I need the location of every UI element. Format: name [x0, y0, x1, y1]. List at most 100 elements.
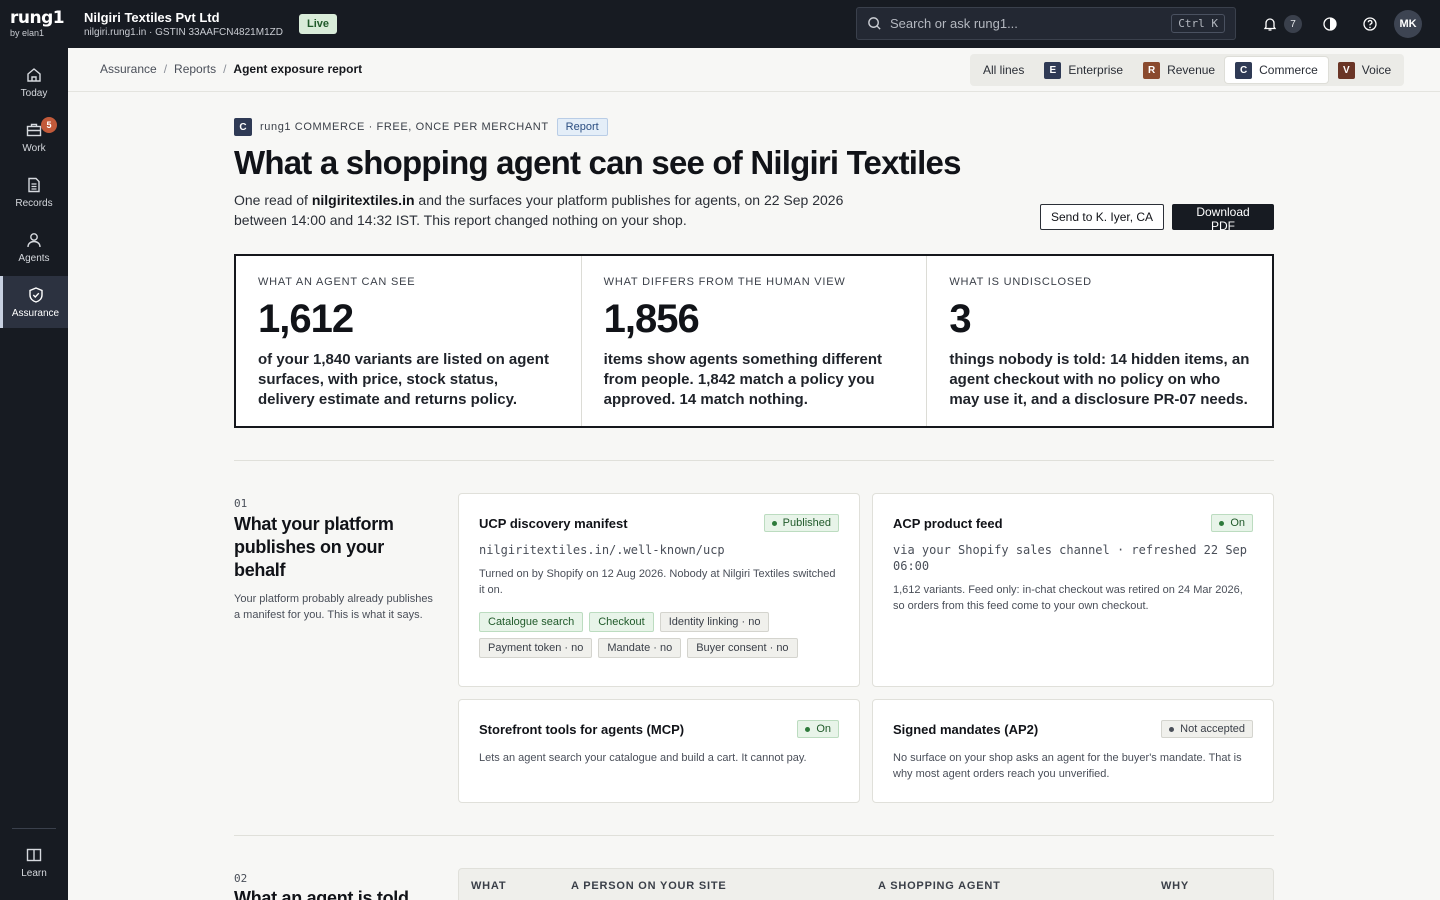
lede-intro: One read of	[234, 192, 312, 208]
tab-label: Voice	[1361, 63, 1392, 77]
pill-catalogue-search: Catalogue search	[479, 612, 584, 632]
tab-label: Enterprise	[1068, 63, 1124, 77]
card-body: Lets an agent search your catalogue and …	[479, 752, 807, 764]
card-acp-feed[interactable]: ACP product feed On via your Shopify sal…	[872, 493, 1274, 687]
section-number: 02	[234, 872, 248, 885]
column-header: WHY	[1161, 880, 1190, 892]
section-description: Your platform probably already publishes…	[234, 593, 433, 621]
breadcrumb-reports[interactable]: Reports	[174, 62, 216, 76]
pill-mandate: Mandate · no	[598, 638, 682, 658]
card-title: UCP discovery manifest	[479, 515, 628, 531]
tab-voice[interactable]: V Voice	[1328, 57, 1401, 83]
stat-differs: WHAT DIFFERS FROM THE HUMAN VIEW 1,856 i…	[582, 256, 928, 426]
pill-checkout: Checkout	[589, 612, 654, 632]
tab-revenue[interactable]: R Revenue	[1133, 57, 1225, 83]
stat-description: of your 1,840 variants are listed on age…	[258, 351, 549, 408]
user-avatar[interactable]: MK	[1394, 10, 1422, 38]
help-icon[interactable]	[1356, 10, 1384, 38]
sidebar-item-learn[interactable]: Learn	[0, 836, 68, 888]
tab-label: Revenue	[1167, 63, 1216, 77]
bell-icon[interactable]	[1256, 10, 1284, 38]
section-divider	[234, 835, 1274, 836]
stat-description: items show agents something different fr…	[603, 351, 883, 408]
search-input[interactable]	[890, 16, 1172, 31]
sidebar-item-label: Records	[15, 197, 53, 209]
stat-label: WHAT DIFFERS FROM THE HUMAN VIEW	[603, 276, 846, 288]
stats-panel: WHAT AN AGENT CAN SEE 1,612 of your 1,84…	[234, 254, 1274, 428]
global-search[interactable]: Ctrl K	[856, 7, 1236, 40]
stat-value: 1,612	[258, 297, 354, 341]
download-pdf-button[interactable]: Download PDF	[1172, 204, 1274, 233]
feed-source: via your Shopify sales channel · refresh…	[893, 543, 1248, 573]
column-header: A SHOPPING AGENT	[878, 880, 1001, 892]
report-tag: Report	[556, 118, 608, 136]
report-lede: One read of nilgiritextiles.in and the s…	[234, 190, 854, 230]
org-switcher[interactable]: Nilgiri Textiles Pvt Ltd nilgiri.rung1.i…	[84, 10, 283, 39]
shield-check-icon	[28, 286, 43, 303]
book-icon	[26, 848, 42, 861]
card-title: Signed mandates (AP2)	[893, 721, 1039, 737]
subheader: Assurance / Reports / Agent exposure rep…	[68, 48, 1440, 92]
send-to-accountant-button[interactable]: Send to K. Iyer, CA	[1040, 204, 1165, 230]
brand-logo[interactable]: rung1 by elan1	[0, 0, 68, 48]
live-status-badge: Live	[298, 14, 337, 34]
stat-value: 3	[949, 297, 971, 341]
page-title: What a shopping agent can see of Nilgiri…	[234, 144, 961, 181]
card-ucp-manifest[interactable]: UCP discovery manifest Published nilgiri…	[458, 493, 860, 687]
org-meta: nilgiri.rung1.in · GSTIN 33AAFCN4821M1ZD	[84, 26, 283, 38]
top-bar: rung1 by elan1 Nilgiri Textiles Pvt Ltd …	[0, 0, 1440, 48]
status-dot-icon	[805, 726, 811, 732]
breadcrumb: Assurance / Reports / Agent exposure rep…	[100, 62, 362, 76]
sidebar-item-label: Assurance	[11, 307, 60, 319]
sidebar-item-records[interactable]: Records	[0, 166, 68, 218]
section-number: 01	[234, 497, 248, 510]
sidebar-item-label: Today	[20, 87, 48, 99]
stat-agent-visible: WHAT AN AGENT CAN SEE 1,612 of your 1,84…	[236, 256, 582, 426]
tab-commerce[interactable]: C Commerce	[1225, 57, 1328, 83]
contrast-icon[interactable]	[1316, 10, 1344, 38]
enterprise-letter-icon: E	[1044, 61, 1062, 79]
sidebar-item-label: Work	[22, 142, 46, 154]
breadcrumb-current: Agent exposure report	[233, 62, 363, 76]
commerce-chip-icon: C	[234, 118, 252, 136]
status-text: On	[1230, 517, 1245, 529]
breadcrumb-separator: /	[223, 62, 227, 76]
document-icon	[28, 177, 40, 192]
card-body: 1,612 variants. Feed only: in-chat check…	[893, 584, 1243, 612]
status-badge: Published	[763, 514, 839, 532]
stat-description: things nobody is told: 14 hidden items, …	[949, 351, 1250, 408]
tab-all-lines[interactable]: All lines	[973, 57, 1034, 83]
card-body: Turned on by Shopify on 12 Aug 2026. Nob…	[479, 568, 836, 596]
card-ap2-mandates[interactable]: Signed mandates (AP2) Not accepted No su…	[872, 699, 1274, 803]
card-mcp-tools[interactable]: Storefront tools for agents (MCP) On Let…	[458, 699, 860, 803]
comparison-table-header: WHAT A PERSON ON YOUR SITE A SHOPPING AG…	[458, 868, 1274, 900]
stat-undisclosed: WHAT IS UNDISCLOSED 3 things nobody is t…	[927, 256, 1272, 426]
stat-label: WHAT IS UNDISCLOSED	[949, 276, 1092, 288]
sidebar-item-agents[interactable]: Agents	[0, 221, 68, 273]
pill-identity-linking: Identity linking · no	[659, 612, 770, 632]
search-shortcut: Ctrl K	[1171, 14, 1225, 33]
sidebar-divider	[12, 828, 56, 829]
status-dot-icon	[1169, 726, 1175, 732]
column-header: WHAT	[471, 880, 507, 892]
sidebar-item-label: Agents	[18, 252, 50, 264]
report-eyebrow: C rung1 COMMERCE · FREE, ONCE PER MERCHA…	[234, 118, 608, 136]
revenue-letter-icon: R	[1143, 61, 1161, 79]
breadcrumb-assurance[interactable]: Assurance	[100, 62, 157, 76]
pill-payment-token: Payment token · no	[479, 638, 593, 658]
tab-enterprise[interactable]: E Enterprise	[1034, 57, 1133, 83]
status-badge: On	[797, 720, 839, 738]
card-title: ACP product feed	[893, 515, 1003, 531]
line-switcher: All lines E Enterprise R Revenue C Comme…	[970, 54, 1405, 86]
sidebar-item-work[interactable]: Work 5	[0, 111, 68, 163]
sidebar-item-today[interactable]: Today	[0, 56, 68, 108]
eyebrow-text: rung1 COMMERCE · FREE, ONCE PER MERCHANT	[260, 121, 549, 133]
top-actions: 7 MK	[1256, 10, 1422, 38]
card-body: No surface on your shop asks an agent fo…	[893, 752, 1242, 780]
sidebar-item-assurance[interactable]: Assurance	[0, 276, 68, 328]
home-icon	[27, 67, 41, 82]
status-text: On	[816, 723, 831, 735]
column-header: A PERSON ON YOUR SITE	[571, 880, 727, 892]
commerce-letter-icon: C	[1235, 61, 1253, 79]
status-badge: On	[1211, 514, 1253, 532]
